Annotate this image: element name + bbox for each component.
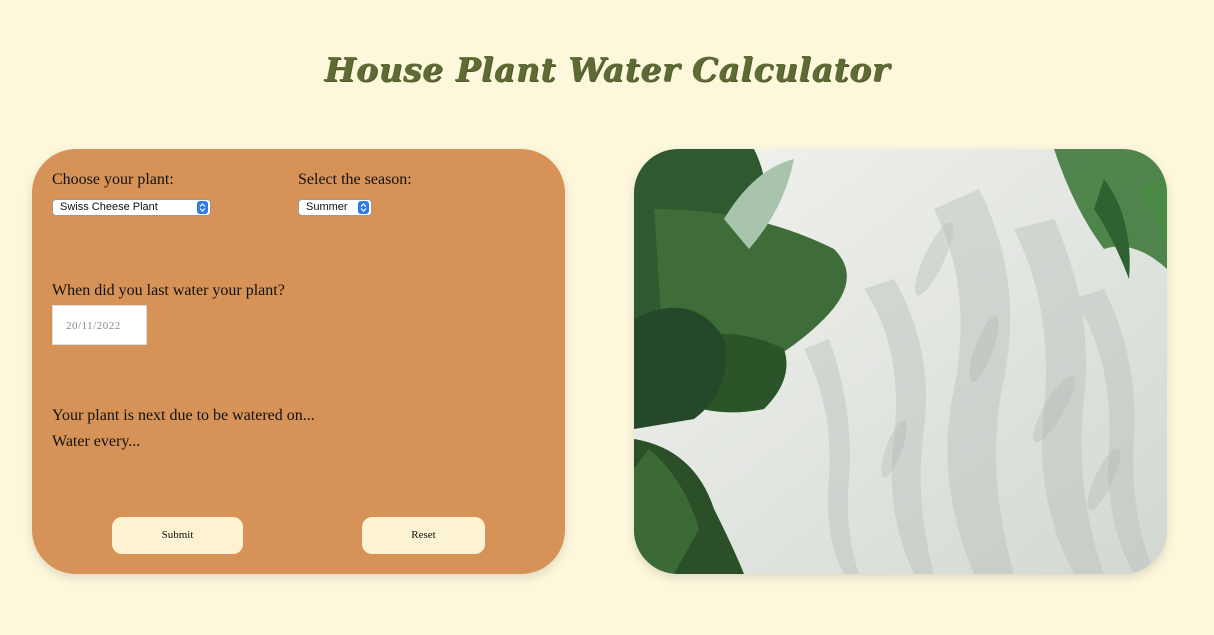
updown-chevron-icon [197,201,208,214]
calculator-form: Choose your plant: Swiss Cheese Plant Se… [32,149,565,574]
plant-label: Choose your plant: [52,171,174,188]
season-label: Select the season: [298,171,412,188]
updown-chevron-icon [358,201,369,214]
last-water-date-input[interactable]: 20/11/2022 [52,305,147,345]
page-title: House Plant Water Calculator [324,50,890,89]
plant-select-value: Swiss Cheese Plant [60,201,158,213]
plant-select[interactable]: Swiss Cheese Plant [52,199,211,216]
season-select[interactable]: Summer [298,199,372,216]
reset-button[interactable]: Reset [362,517,485,554]
submit-button[interactable]: Submit [112,517,243,554]
next-due-text: Your plant is next due to be watered on.… [52,407,315,424]
last-water-label: When did you last water your plant? [52,282,285,299]
frequency-text: Water every... [52,433,141,450]
plant-photo [634,149,1167,574]
season-select-value: Summer [306,201,348,213]
